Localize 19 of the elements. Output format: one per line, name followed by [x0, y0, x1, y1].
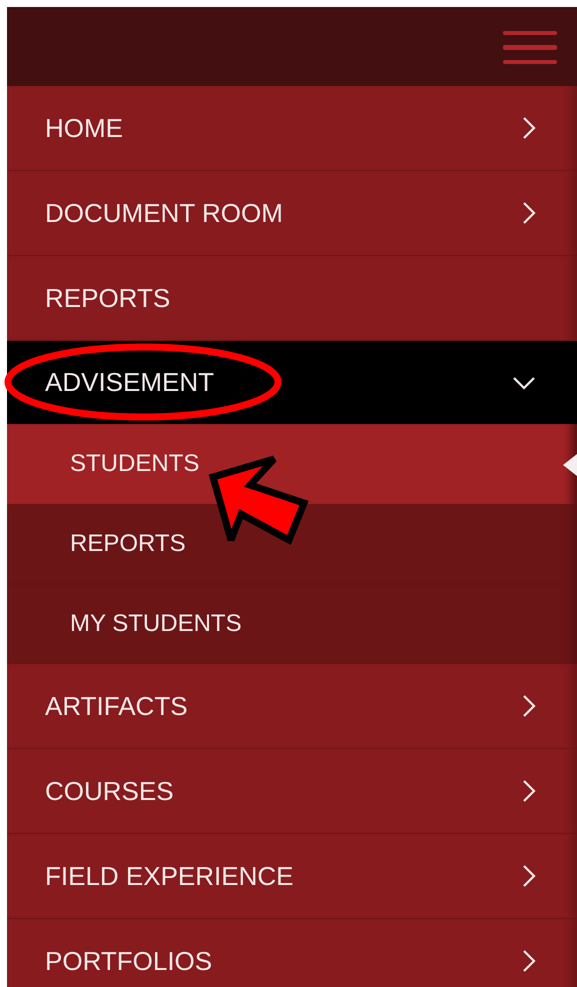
chevron-right-icon	[521, 778, 537, 804]
menu-item[interactable]: DOCUMENT ROOM	[7, 171, 577, 256]
menu-item[interactable]: ADVISEMENT	[7, 341, 577, 424]
menu-item[interactable]: COURSES	[7, 749, 577, 834]
menu-item[interactable]: HOME	[7, 86, 577, 171]
menu-item[interactable]: REPORTS	[7, 256, 577, 341]
chevron-right-icon	[521, 693, 537, 719]
chevron-right-icon	[521, 200, 537, 226]
chevron-down-icon	[511, 374, 537, 390]
pointer-icon	[563, 454, 577, 476]
menu-icon[interactable]	[503, 28, 557, 64]
menu-item[interactable]: FIELD EXPERIENCE	[7, 834, 577, 919]
submenu-item[interactable]: REPORTS	[7, 504, 577, 584]
chevron-right-icon	[521, 948, 537, 974]
chevron-right-icon	[521, 863, 537, 889]
menu-item[interactable]: ARTIFACTS	[7, 664, 577, 749]
submenu-item[interactable]: MY STUDENTS	[7, 584, 577, 664]
menu-item[interactable]: PORTFOLIOS	[7, 919, 577, 987]
chevron-right-icon	[521, 115, 537, 141]
